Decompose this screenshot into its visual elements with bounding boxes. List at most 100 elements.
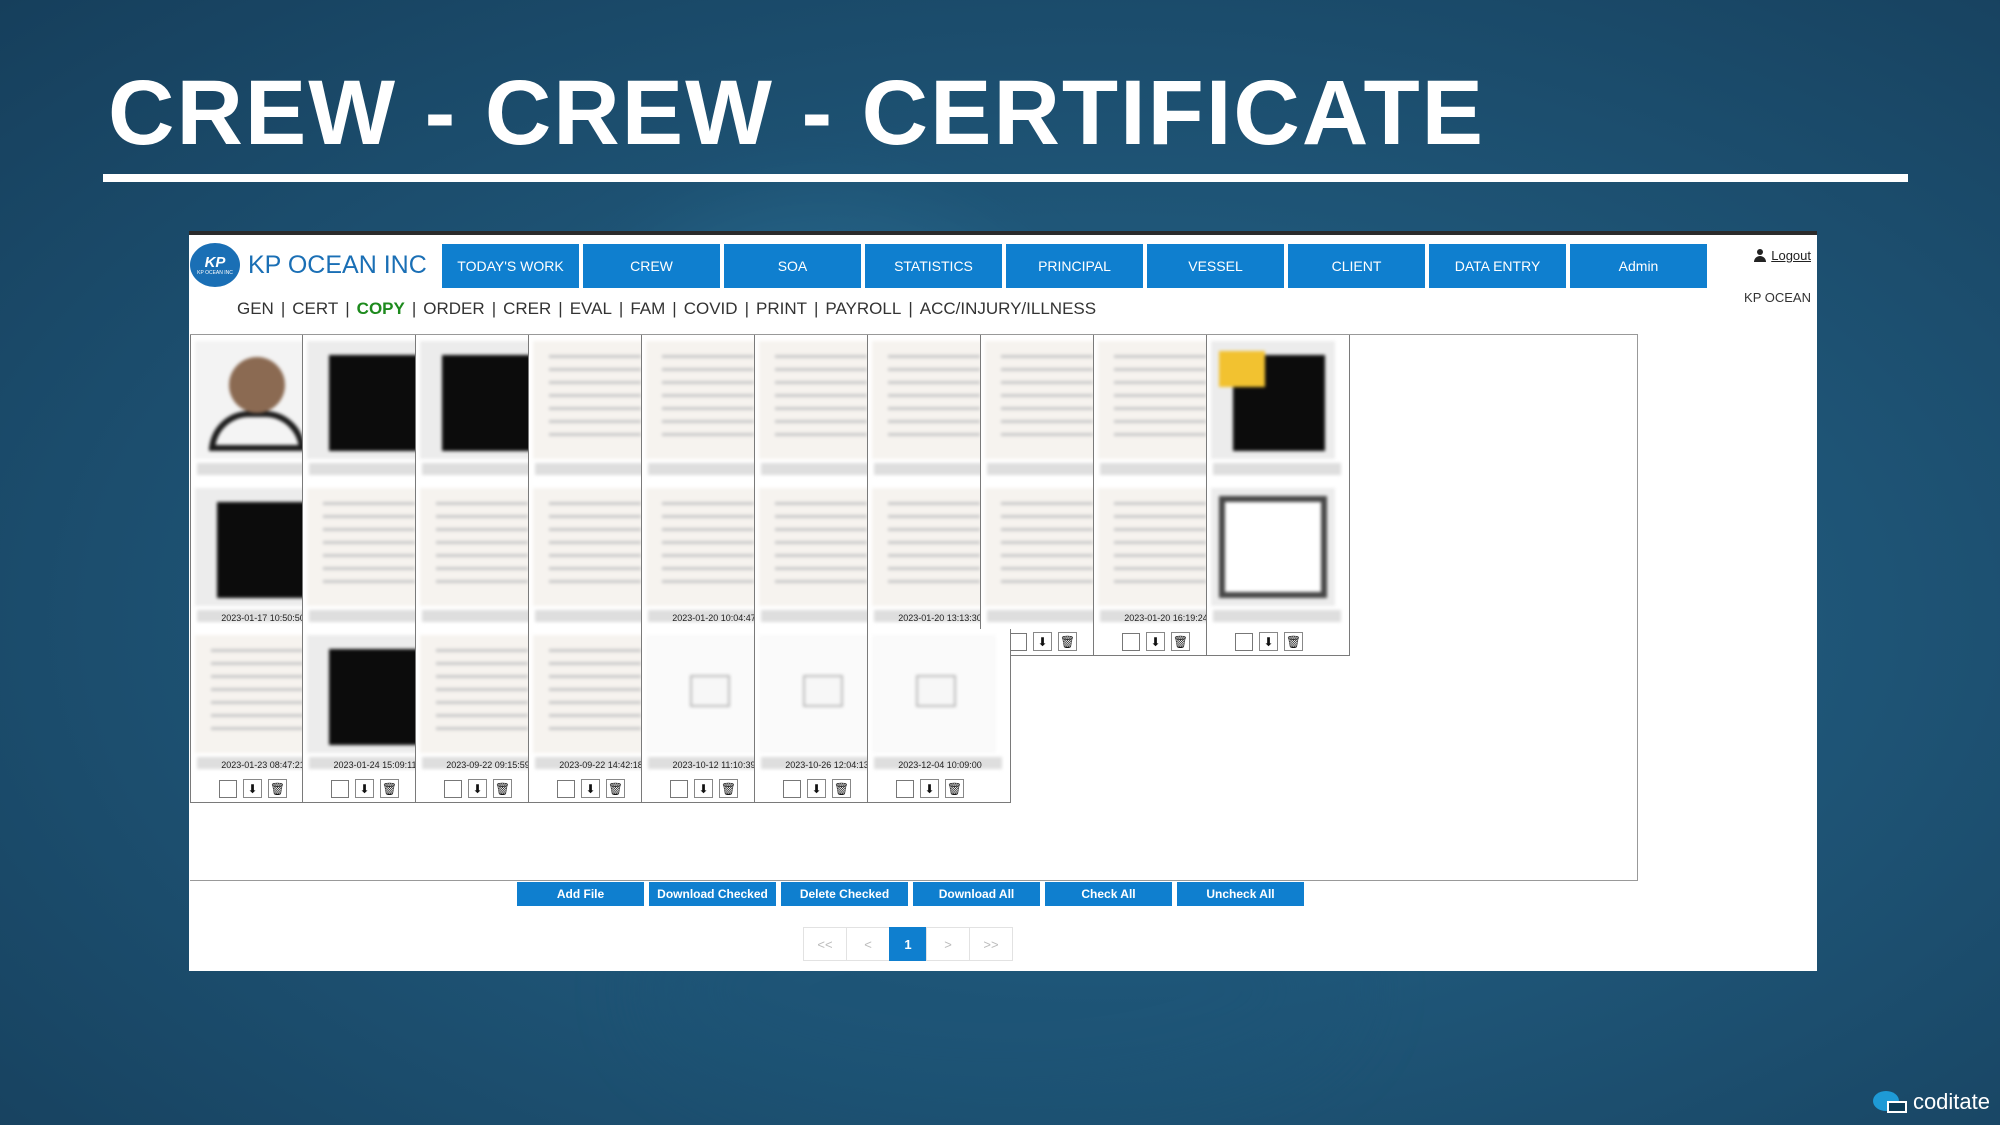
nav-vessel[interactable]: VESSEL <box>1147 244 1284 288</box>
nav-client[interactable]: CLIENT <box>1288 244 1425 288</box>
file-thumbnail[interactable] <box>307 488 431 606</box>
trash-icon[interactable]: 🗑 <box>493 779 512 798</box>
file-checkbox[interactable] <box>557 779 575 798</box>
file-thumbnail[interactable] <box>759 341 883 459</box>
file-thumbnail[interactable] <box>985 341 1109 459</box>
nav-statistics[interactable]: STATISTICS <box>865 244 1002 288</box>
trash-icon[interactable]: 🗑 <box>268 779 287 798</box>
file-thumbnail[interactable] <box>195 488 319 606</box>
file-thumbnail[interactable] <box>872 488 996 606</box>
nav-soa[interactable]: SOA <box>724 244 861 288</box>
subnav-item-fam[interactable]: FAM <box>630 299 665 319</box>
download-icon[interactable]: ⬇ <box>1259 632 1278 651</box>
file-thumbnail[interactable] <box>1211 488 1335 606</box>
download-icon[interactable]: ⬇ <box>355 779 374 798</box>
trash-icon[interactable]: 🗑 <box>1284 632 1303 651</box>
file-checkbox[interactable] <box>331 779 349 798</box>
next-page-button[interactable]: > <box>926 927 970 961</box>
download-icon[interactable]: ⬇ <box>581 779 600 798</box>
add-file-button[interactable]: Add File <box>517 882 644 906</box>
document-line <box>775 368 867 371</box>
logout-link[interactable]: Logout <box>1754 248 1811 263</box>
page-button-current[interactable]: 1 <box>889 927 927 961</box>
document-line <box>1114 381 1206 384</box>
file-thumbnail[interactable] <box>646 635 770 753</box>
document-line <box>888 420 980 423</box>
file-checkbox[interactable] <box>783 779 801 798</box>
file-thumbnail[interactable] <box>307 341 431 459</box>
file-thumbnail[interactable] <box>1211 341 1335 459</box>
subnav-item-eval[interactable]: EVAL <box>570 299 612 319</box>
subnav-item-acc-injury-illness[interactable]: ACC/INJURY/ILLNESS <box>920 299 1096 319</box>
nav-principal[interactable]: PRINCIPAL <box>1006 244 1143 288</box>
last-page-button[interactable]: >> <box>969 927 1013 961</box>
file-thumbnail[interactable] <box>195 635 319 753</box>
action-bar: Add File Download Checked Delete Checked… <box>517 882 1304 906</box>
download-icon[interactable]: ⬇ <box>807 779 826 798</box>
trash-icon[interactable]: 🗑 <box>606 779 625 798</box>
trash-icon[interactable]: 🗑 <box>832 779 851 798</box>
file-thumbnail[interactable] <box>420 488 544 606</box>
file-thumbnail[interactable] <box>985 488 1109 606</box>
file-thumbnail[interactable] <box>872 635 996 753</box>
download-checked-button[interactable]: Download Checked <box>649 882 776 906</box>
subnav-separator: | <box>280 299 286 318</box>
file-thumbnail[interactable] <box>307 635 431 753</box>
download-all-button[interactable]: Download All <box>913 882 1040 906</box>
download-icon[interactable]: ⬇ <box>243 779 262 798</box>
brand-name: coditate <box>1912 1089 1990 1114</box>
file-checkbox[interactable] <box>896 779 914 798</box>
file-thumbnail[interactable] <box>646 488 770 606</box>
file-checkbox[interactable] <box>1122 632 1140 651</box>
trash-icon[interactable]: 🗑 <box>1171 632 1190 651</box>
trash-icon[interactable]: 🗑 <box>380 779 399 798</box>
file-thumbnail[interactable] <box>420 341 544 459</box>
file-thumbnail[interactable] <box>759 635 883 753</box>
trash-icon[interactable]: 🗑 <box>945 779 964 798</box>
company-logo[interactable]: KP KP OCEAN INC KP OCEAN INC <box>190 243 440 287</box>
subnav-item-order[interactable]: ORDER <box>423 299 484 319</box>
subnav-item-payroll[interactable]: PAYROLL <box>825 299 901 319</box>
file-thumbnail[interactable] <box>533 341 657 459</box>
subnav-item-copy[interactable]: COPY <box>357 299 405 319</box>
file-thumbnail[interactable] <box>195 341 319 459</box>
download-icon[interactable]: ⬇ <box>468 779 487 798</box>
trash-icon[interactable]: 🗑 <box>719 779 738 798</box>
file-thumbnail[interactable] <box>420 635 544 753</box>
nav-data-entry[interactable]: DATA ENTRY <box>1429 244 1566 288</box>
subnav-item-crer[interactable]: CRER <box>503 299 551 319</box>
file-thumbnail[interactable] <box>872 341 996 459</box>
download-icon[interactable]: ⬇ <box>694 779 713 798</box>
file-checkbox[interactable] <box>1235 632 1253 651</box>
first-page-button[interactable]: << <box>803 927 847 961</box>
subnav-item-covid[interactable]: COVID <box>684 299 738 319</box>
file-checkbox[interactable] <box>444 779 462 798</box>
file-thumbnail[interactable] <box>1098 488 1222 606</box>
trash-icon[interactable]: 🗑 <box>1058 632 1077 651</box>
file-thumbnail[interactable] <box>533 488 657 606</box>
subnav-item-print[interactable]: PRINT <box>756 299 807 319</box>
check-all-button[interactable]: Check All <box>1045 882 1172 906</box>
document-line <box>662 541 754 544</box>
nav-crew[interactable]: CREW <box>583 244 720 288</box>
logo-text: KP OCEAN INC <box>248 250 427 279</box>
file-checkbox[interactable] <box>670 779 688 798</box>
delete-checked-button[interactable]: Delete Checked <box>781 882 908 906</box>
file-checkbox[interactable] <box>1009 632 1027 651</box>
file-thumbnail[interactable] <box>533 635 657 753</box>
file-checkbox[interactable] <box>219 779 237 798</box>
document-line <box>1001 528 1093 531</box>
uncheck-all-button[interactable]: Uncheck All <box>1177 882 1304 906</box>
download-icon[interactable]: ⬇ <box>920 779 939 798</box>
file-thumbnail[interactable] <box>759 488 883 606</box>
nav-admin[interactable]: Admin <box>1570 244 1707 288</box>
download-icon[interactable]: ⬇ <box>1146 632 1165 651</box>
document-line <box>1001 355 1093 358</box>
download-icon[interactable]: ⬇ <box>1033 632 1052 651</box>
subnav-item-cert[interactable]: CERT <box>292 299 338 319</box>
subnav-item-gen[interactable]: GEN <box>237 299 274 319</box>
prev-page-button[interactable]: < <box>846 927 890 961</box>
file-thumbnail[interactable] <box>646 341 770 459</box>
nav-todays-work[interactable]: TODAY'S WORK <box>442 244 579 288</box>
file-thumbnail[interactable] <box>1098 341 1222 459</box>
